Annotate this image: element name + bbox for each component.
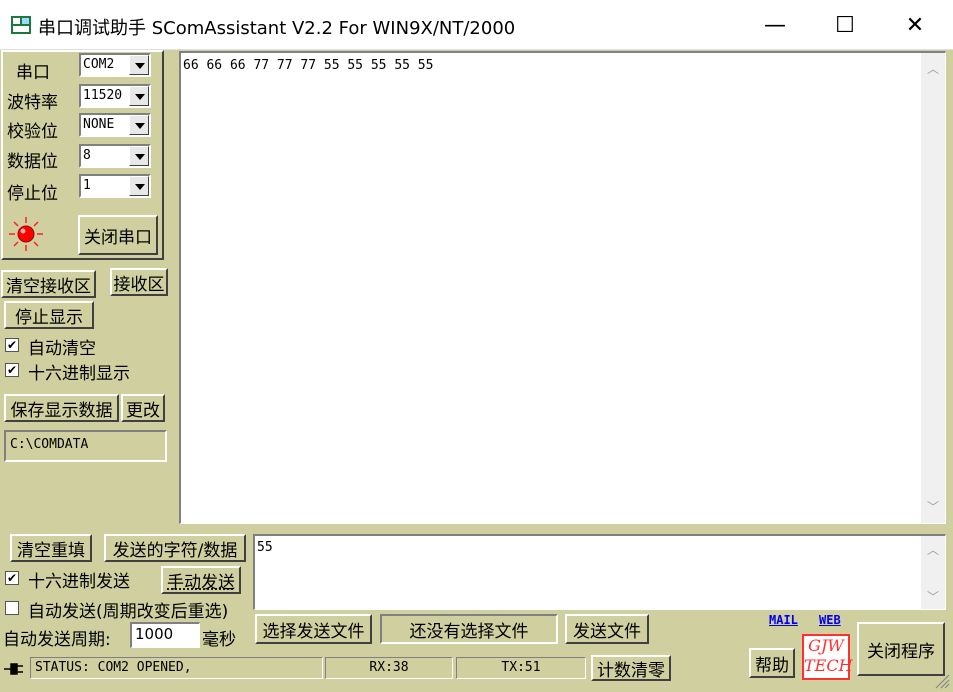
port-select[interactable]: COM2	[79, 53, 151, 77]
hex-display-checkbox[interactable]: ✔	[5, 363, 19, 377]
baud-select-value: 11520	[83, 88, 123, 103]
web-link[interactable]: WEB	[819, 613, 841, 627]
close-port-button[interactable]: 关闭串口	[78, 215, 158, 255]
resize-grip-icon[interactable]	[930, 669, 950, 689]
logo-line2: TECH	[804, 656, 853, 675]
receive-content: 66 66 66 77 77 77 55 55 55 55 55	[183, 58, 434, 73]
tx-counter: TX:51	[456, 657, 586, 679]
stopbits-label: 停止位	[7, 184, 58, 204]
chevron-down-icon[interactable]	[129, 146, 149, 166]
title-bar[interactable]: 串口调试助手 SComAssistant V2.2 For WIN9X/NT/2…	[0, 0, 953, 50]
stopbits-select[interactable]: 1	[79, 174, 151, 198]
port-select-value: COM2	[83, 57, 115, 72]
minimize-button[interactable]: —	[740, 0, 810, 50]
clear-resend-button[interactable]: 清空重填	[10, 534, 92, 562]
connection-plug-icon	[4, 663, 23, 675]
stop-display-button[interactable]: 停止显示	[4, 301, 94, 329]
auto-clear-checkbox[interactable]: ✔	[5, 338, 19, 352]
client-area: 串口 COM2 波特率 11520 校验位 NONE 数据位 8 停止位 1 关…	[0, 50, 953, 692]
maximize-button[interactable]: ☐	[810, 0, 880, 50]
minimize-icon: —	[764, 12, 786, 38]
chevron-down-icon[interactable]	[129, 115, 149, 135]
auto-send-period-input[interactable]: 1000	[130, 622, 200, 648]
receive-textarea[interactable]: 66 66 66 77 77 77 55 55 55 55 55 ︿ ﹀	[179, 51, 946, 524]
save-display-button[interactable]: 保存显示数据	[4, 394, 119, 422]
chevron-down-icon[interactable]	[129, 86, 149, 106]
auto-clear-label: 自动清空	[28, 339, 96, 359]
stopbits-select-value: 1	[83, 178, 91, 193]
window-title: 串口调试助手 SComAssistant V2.2 For WIN9X/NT/2…	[38, 18, 516, 39]
databits-label: 数据位	[7, 152, 58, 172]
help-button[interactable]: 帮助	[749, 648, 795, 678]
manual-send-button[interactable]: 手动发送	[161, 566, 241, 594]
maximize-icon: ☐	[835, 12, 855, 38]
send-content: 55	[257, 540, 273, 555]
scroll-up-icon[interactable]: ︿	[927, 63, 939, 75]
auto-send-period-value: 1000	[135, 625, 174, 643]
period-unit-label: 毫秒	[202, 630, 236, 650]
send-scrollbar[interactable]: ︿ ﹀	[921, 536, 945, 609]
app-icon	[11, 16, 31, 34]
change-path-button[interactable]: 更改	[121, 394, 165, 422]
select-send-file-button[interactable]: 选择发送文件	[255, 614, 372, 644]
save-path-value: C:\COMDATA	[10, 437, 89, 452]
close-icon: ✕	[905, 12, 925, 38]
baud-label: 波特率	[7, 93, 58, 113]
chevron-down-icon[interactable]	[129, 176, 149, 196]
databits-select[interactable]: 8	[79, 144, 151, 168]
baud-select[interactable]: 11520	[79, 84, 151, 108]
auto-send-period-label: 自动发送周期:	[3, 630, 111, 650]
send-textarea[interactable]: 55 ︿ ﹀	[253, 534, 946, 610]
auto-send-label: 自动发送(周期改变后重选)	[28, 602, 229, 622]
port-label: 串口	[16, 63, 50, 83]
auto-send-checkbox[interactable]	[5, 601, 19, 615]
scroll-down-icon[interactable]: ﹀	[927, 501, 939, 513]
exit-program-button[interactable]: 关闭程序	[857, 622, 945, 676]
scroll-down-icon[interactable]: ﹀	[927, 591, 939, 603]
hex-send-checkbox[interactable]: ✔	[5, 571, 19, 585]
logo-line1: GJW	[808, 636, 844, 655]
reset-count-button[interactable]: 计数清零	[591, 655, 671, 681]
parity-select-value: NONE	[83, 117, 115, 132]
hex-send-label: 十六进制发送	[28, 572, 130, 592]
close-button[interactable]: ✕	[880, 0, 950, 50]
port-status-led-icon	[9, 217, 43, 251]
mail-link[interactable]: MAIL	[769, 613, 798, 627]
parity-select[interactable]: NONE	[79, 113, 151, 137]
parity-label: 校验位	[7, 122, 58, 142]
scroll-up-icon[interactable]: ︿	[927, 544, 939, 556]
send-file-button[interactable]: 发送文件	[565, 614, 649, 644]
selected-file-display: 还没有选择文件	[380, 614, 558, 644]
receive-scrollbar[interactable]: ︿ ﹀	[921, 53, 945, 523]
chevron-down-icon[interactable]	[129, 55, 149, 75]
company-logo[interactable]: GJW TECH	[802, 634, 853, 680]
rx-counter: RX:38	[325, 657, 453, 679]
status-text: STATUS: COM2 OPENED,	[30, 657, 323, 679]
hex-display-label: 十六进制显示	[28, 364, 130, 384]
send-chars-label: 发送的字符/数据	[104, 534, 246, 562]
receive-area-label: 接收区	[110, 268, 168, 296]
save-path-field[interactable]: C:\COMDATA	[4, 430, 167, 462]
clear-receive-button[interactable]: 清空接收区	[1, 270, 96, 298]
databits-select-value: 8	[83, 148, 91, 163]
